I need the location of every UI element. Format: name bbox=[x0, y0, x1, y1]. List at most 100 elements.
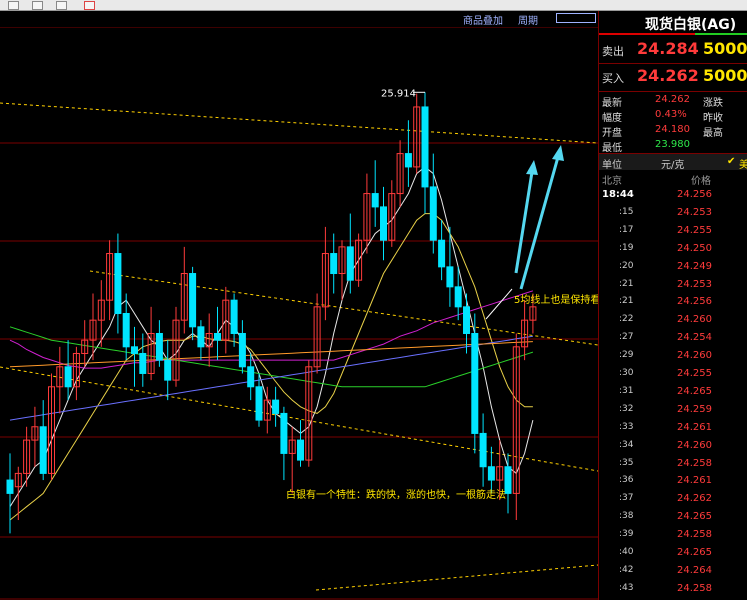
sell-row: 卖出 24.284 5000 bbox=[599, 37, 747, 63]
high-label: 25.914 bbox=[381, 88, 416, 99]
candle-body bbox=[164, 359, 172, 381]
checkmark-icon: ✔ bbox=[727, 156, 736, 167]
tick-time: :27 bbox=[619, 332, 634, 343]
stat-label-2: 涨跌 bbox=[703, 98, 723, 109]
candle-body bbox=[238, 332, 246, 368]
tick-time: :33 bbox=[619, 421, 634, 432]
candle-body bbox=[39, 426, 47, 474]
candle-body bbox=[471, 332, 479, 434]
candle-body bbox=[155, 332, 163, 361]
candle-body bbox=[487, 466, 495, 481]
tick-header: 北京 价格 bbox=[599, 171, 747, 187]
buy-qty: 5000 bbox=[703, 66, 747, 85]
tick-row: :42 24.264 bbox=[599, 565, 747, 582]
tick-time: :34 bbox=[619, 439, 634, 450]
candle-body bbox=[463, 306, 470, 334]
moving-averages bbox=[9, 166, 534, 521]
candle-body bbox=[371, 193, 379, 208]
toolbar-icon[interactable] bbox=[84, 1, 95, 10]
tick-row: :32 24.259 bbox=[599, 404, 747, 421]
unit-value: 元/克 bbox=[661, 160, 685, 171]
tick-price: 24.256 bbox=[677, 296, 712, 308]
tick-price: 24.260 bbox=[677, 314, 712, 326]
candle-body bbox=[272, 399, 280, 414]
chart-toolbar: 商品叠加 周期 bbox=[0, 11, 598, 27]
tick-price: 24.253 bbox=[677, 278, 712, 290]
candle-body bbox=[64, 366, 72, 388]
candlestick-chart[interactable]: 25.914 5均线上也是保持看涨白银有一个特性：跌的快，涨的也快，一根筋走法 bbox=[0, 27, 598, 600]
tick-time: 18:44 bbox=[602, 189, 634, 200]
price-column-header: 价格 bbox=[691, 176, 711, 187]
up-arrow-line bbox=[519, 156, 560, 290]
tick-time: :17 bbox=[619, 224, 634, 235]
tick-time: :43 bbox=[619, 582, 634, 593]
unit-row: 单位 元/克 ✔ 美 bbox=[599, 154, 747, 171]
ma120-line bbox=[9, 341, 533, 368]
tick-time: :20 bbox=[619, 260, 634, 271]
tick-time: :30 bbox=[619, 368, 634, 378]
tick-price: 24.258 bbox=[677, 529, 712, 541]
candle-body bbox=[346, 246, 354, 281]
candle-body bbox=[214, 332, 221, 341]
candle-body bbox=[454, 286, 462, 308]
resistance-line bbox=[0, 102, 598, 144]
candle-body bbox=[404, 153, 412, 168]
buy-row: 买入 24.262 5000 bbox=[599, 64, 747, 90]
buy-label: 买入 bbox=[602, 72, 624, 85]
candle-body bbox=[230, 299, 238, 334]
up-arrow-head bbox=[526, 160, 538, 175]
tick-time: :42 bbox=[619, 564, 634, 575]
tick-row: :38 24.265 bbox=[599, 511, 747, 528]
period-link[interactable]: 周期 bbox=[518, 12, 538, 27]
tick-price: 24.262 bbox=[677, 493, 712, 505]
tick-time: :37 bbox=[619, 493, 634, 504]
overlay-link[interactable]: 商品叠加 bbox=[463, 12, 503, 27]
tick-price: 24.258 bbox=[677, 457, 712, 469]
candle-body bbox=[380, 206, 387, 241]
toolbar-icon[interactable] bbox=[32, 1, 43, 10]
tick-row: :22 24.260 bbox=[599, 314, 747, 331]
tick-time: :21 bbox=[619, 296, 634, 307]
tick-time: :38 bbox=[619, 511, 634, 522]
tick-row: :37 24.262 bbox=[599, 493, 747, 510]
tick-price: 24.264 bbox=[677, 564, 712, 576]
support-line bbox=[315, 564, 598, 591]
up-arrow-head bbox=[552, 145, 564, 161]
tick-price: 24.253 bbox=[677, 206, 712, 218]
tick-time: :22 bbox=[619, 314, 634, 325]
ma5-line bbox=[9, 166, 534, 507]
tick-row: :27 24.254 bbox=[599, 332, 747, 349]
candle-body bbox=[139, 352, 147, 374]
note-pointer bbox=[485, 288, 513, 320]
unit-label: 单位 bbox=[602, 160, 622, 171]
stat-row: 幅度 0.43% 昨收 bbox=[599, 108, 747, 124]
stat-value: 24.262 bbox=[655, 94, 690, 105]
tick-row: :21 24.256 bbox=[599, 296, 747, 313]
tick-time: :36 bbox=[619, 475, 634, 486]
tick-row: :35 24.258 bbox=[599, 458, 747, 475]
candle-body bbox=[297, 439, 304, 461]
toolbar-icon[interactable] bbox=[8, 1, 19, 10]
tick-time: :15 bbox=[619, 206, 634, 217]
tick-row: :31 24.265 bbox=[599, 386, 747, 403]
tick-price: 24.256 bbox=[677, 189, 712, 200]
quote-panel: 现货白银(AG) 卖出 24.284 5000 买入 24.262 5000 最… bbox=[598, 11, 747, 600]
zoom-controls[interactable] bbox=[556, 13, 596, 23]
top-toolbar bbox=[0, 0, 747, 11]
toolbar-icon[interactable] bbox=[56, 1, 67, 10]
tick-time: :19 bbox=[619, 242, 634, 253]
tick-time: :29 bbox=[619, 350, 634, 361]
sell-qty: 5000 bbox=[703, 39, 747, 58]
instrument-title: 现货白银(AG) bbox=[645, 17, 737, 33]
tick-row: :39 24.258 bbox=[599, 529, 747, 546]
stat-value: 23.980 bbox=[655, 139, 690, 150]
tick-price: 24.258 bbox=[677, 582, 712, 594]
tick-row: :33 24.261 bbox=[599, 422, 747, 439]
candle-body bbox=[330, 253, 338, 275]
tick-price: 24.259 bbox=[677, 403, 712, 415]
tick-price: 24.255 bbox=[677, 368, 712, 379]
ma-note: 5均线上也是保持看涨 bbox=[514, 293, 598, 306]
currency-label: 美 bbox=[739, 160, 747, 171]
stat-row: 最新 24.262 涨跌 bbox=[599, 93, 747, 109]
stat-label-2: 最高 bbox=[703, 128, 723, 139]
